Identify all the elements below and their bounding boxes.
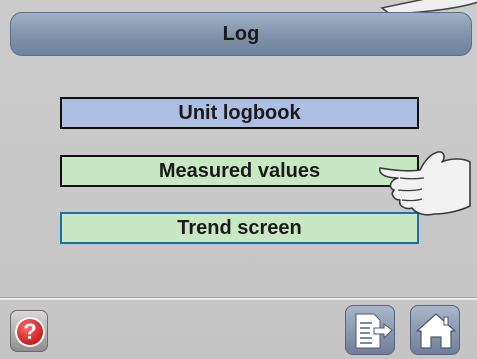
trend-screen-button[interactable]: Trend screen [60,212,419,244]
title-bar: Log [10,12,472,56]
back-arrow-page-icon [355,313,393,349]
home-icon [416,313,456,349]
unit-logbook-label: Unit logbook [178,101,301,124]
pointing-hand-icon [379,151,471,216]
page-title: Log [222,22,260,45]
trend-screen-label: Trend screen [177,216,302,239]
log-screen: Log Unit logbook Measured values Trend s… [0,0,477,359]
home-button[interactable] [410,305,460,355]
unit-logbook-button[interactable]: Unit logbook [60,97,419,129]
help-icon: ? [15,317,45,347]
footer-bar [0,300,477,359]
back-button[interactable] [345,305,395,355]
measured-values-label: Measured values [158,159,321,182]
help-symbol: ? [23,319,37,344]
measured-values-button[interactable]: Measured values [60,155,419,187]
help-button[interactable]: ? [10,310,48,352]
